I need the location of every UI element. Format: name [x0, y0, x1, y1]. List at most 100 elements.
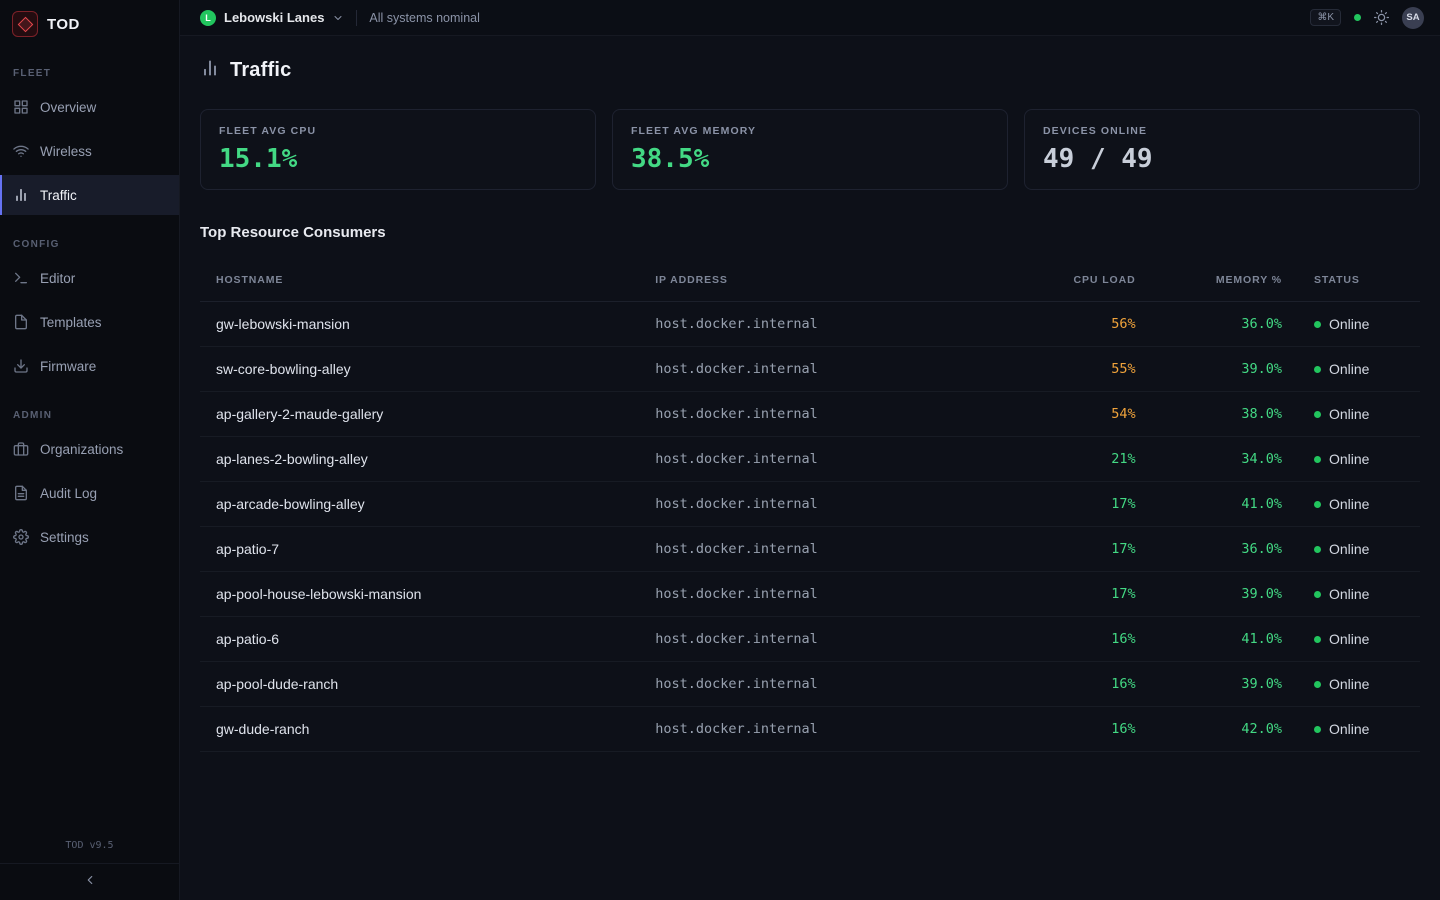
workspace-avatar: L: [200, 10, 216, 26]
sidebar-item-editor[interactable]: Editor: [0, 258, 179, 298]
sidebar-item-label: Editor: [40, 271, 75, 286]
memory-cell: 41.0%: [1152, 617, 1298, 662]
theme-toggle-sun-icon[interactable]: [1374, 10, 1389, 25]
online-status-dot-icon: [1314, 546, 1321, 553]
status-label: Online: [1329, 541, 1369, 557]
status-label: Online: [1329, 586, 1369, 602]
table-row[interactable]: ap-gallery-2-maude-gallery host.docker.i…: [200, 392, 1420, 437]
status-label: Online: [1329, 496, 1369, 512]
user-avatar[interactable]: SA: [1402, 7, 1424, 29]
status-cell: Online: [1298, 437, 1420, 482]
cpu-load-cell: 16%: [1005, 617, 1151, 662]
column-header-ip: IP ADDRESS: [639, 259, 1005, 302]
table-row[interactable]: sw-core-bowling-alley host.docker.intern…: [200, 347, 1420, 392]
sidebar-item-label: Organizations: [40, 442, 123, 457]
table-row[interactable]: ap-lanes-2-bowling-alley host.docker.int…: [200, 437, 1420, 482]
app-version: TOD v9.5: [0, 840, 179, 863]
chevron-left-icon: [83, 873, 97, 892]
sidebar-item-label: Templates: [40, 315, 102, 330]
top-bar: L Lebowski Lanes All systems nominal ⌘K …: [180, 0, 1440, 36]
table-row[interactable]: ap-pool-dude-ranch host.docker.internal …: [200, 662, 1420, 707]
command-palette-shortcut[interactable]: ⌘K: [1310, 9, 1341, 26]
ip-address-cell: host.docker.internal: [639, 617, 1005, 662]
status-label: Online: [1329, 721, 1369, 737]
online-status-dot-icon: [1314, 501, 1321, 508]
nav-section-config: CONFIG: [0, 219, 179, 258]
online-status-dot-icon: [1314, 591, 1321, 598]
sidebar-item-organizations[interactable]: Organizations: [0, 429, 179, 469]
online-status-dot-icon: [1314, 366, 1321, 373]
online-status-dot-icon: [1314, 681, 1321, 688]
memory-cell: 42.0%: [1152, 707, 1298, 752]
hostname-cell: ap-patio-7: [200, 527, 639, 572]
table-row[interactable]: gw-lebowski-mansion host.docker.internal…: [200, 302, 1420, 347]
hostname-cell: ap-gallery-2-maude-gallery: [200, 392, 639, 437]
nav-section-admin: ADMIN: [0, 390, 179, 429]
table-row[interactable]: ap-patio-6 host.docker.internal 16% 41.0…: [200, 617, 1420, 662]
app-root: TOD FLEET Overview Wireless Traffic CONF…: [0, 0, 1440, 900]
ip-address-cell: host.docker.internal: [639, 572, 1005, 617]
hostname-cell: ap-lanes-2-bowling-alley: [200, 437, 639, 482]
memory-cell: 41.0%: [1152, 482, 1298, 527]
cpu-load-cell: 55%: [1005, 347, 1151, 392]
online-status-dot-icon: [1314, 636, 1321, 643]
stat-label: FLEET AVG MEMORY: [631, 125, 989, 137]
ip-address-cell: host.docker.internal: [639, 437, 1005, 482]
section-title: Top Resource Consumers: [200, 224, 1420, 241]
status-label: Online: [1329, 631, 1369, 647]
cpu-load-cell: 17%: [1005, 572, 1151, 617]
sidebar-item-label: Audit Log: [40, 486, 97, 501]
terminal-icon: [13, 270, 29, 286]
stat-label: DEVICES ONLINE: [1043, 125, 1401, 137]
ip-address-cell: host.docker.internal: [639, 347, 1005, 392]
gear-icon: [13, 529, 29, 545]
wifi-icon: [13, 143, 29, 159]
ip-address-cell: host.docker.internal: [639, 392, 1005, 437]
hostname-cell: ap-patio-6: [200, 617, 639, 662]
table-row[interactable]: ap-patio-7 host.docker.internal 17% 36.0…: [200, 527, 1420, 572]
column-header-cpu: CPU LOAD: [1005, 259, 1151, 302]
stat-card-fleet-avg-cpu: FLEET AVG CPU 15.1%: [200, 109, 596, 190]
sidebar-item-label: Firmware: [40, 359, 96, 374]
sidebar-item-firmware[interactable]: Firmware: [0, 346, 179, 386]
sidebar-item-overview[interactable]: Overview: [0, 87, 179, 127]
sidebar-item-traffic[interactable]: Traffic: [0, 175, 179, 215]
ip-address-cell: host.docker.internal: [639, 662, 1005, 707]
memory-cell: 36.0%: [1152, 302, 1298, 347]
cpu-load-cell: 16%: [1005, 662, 1151, 707]
sidebar-item-settings[interactable]: Settings: [0, 517, 179, 557]
sidebar-collapse-button[interactable]: [0, 863, 179, 900]
sidebar-item-wireless[interactable]: Wireless: [0, 131, 179, 171]
status-cell: Online: [1298, 662, 1420, 707]
table-row[interactable]: ap-arcade-bowling-alley host.docker.inte…: [200, 482, 1420, 527]
status-label: Online: [1329, 316, 1369, 332]
hostname-cell: ap-pool-dude-ranch: [200, 662, 639, 707]
status-label: Online: [1329, 406, 1369, 422]
online-status-dot-icon: [1314, 411, 1321, 418]
column-header-status: STATUS: [1298, 259, 1420, 302]
ip-address-cell: host.docker.internal: [639, 707, 1005, 752]
status-cell: Online: [1298, 527, 1420, 572]
stat-cards: FLEET AVG CPU 15.1% FLEET AVG MEMORY 38.…: [200, 109, 1420, 190]
system-status-message: All systems nominal: [369, 11, 479, 25]
table-row[interactable]: ap-pool-house-lebowski-mansion host.dock…: [200, 572, 1420, 617]
memory-cell: 34.0%: [1152, 437, 1298, 482]
memory-cell: 38.0%: [1152, 392, 1298, 437]
table-row[interactable]: gw-dude-ranch host.docker.internal 16% 4…: [200, 707, 1420, 752]
sidebar-item-templates[interactable]: Templates: [0, 302, 179, 342]
cpu-load-cell: 56%: [1005, 302, 1151, 347]
memory-cell: 39.0%: [1152, 572, 1298, 617]
memory-cell: 39.0%: [1152, 347, 1298, 392]
status-cell: Online: [1298, 617, 1420, 662]
workspace-selector[interactable]: L Lebowski Lanes: [200, 10, 344, 26]
sidebar-item-audit-log[interactable]: Audit Log: [0, 473, 179, 513]
column-header-hostname: HOSTNAME: [200, 259, 639, 302]
page-title-chart-icon: [200, 58, 220, 83]
nav-section-fleet: FLEET: [0, 48, 179, 87]
ip-address-cell: host.docker.internal: [639, 482, 1005, 527]
online-status-dot-icon: [1314, 726, 1321, 733]
stat-value: 38.5%: [631, 144, 989, 174]
briefcase-icon: [13, 441, 29, 457]
workspace-name: Lebowski Lanes: [224, 10, 324, 25]
hostname-cell: gw-lebowski-mansion: [200, 302, 639, 347]
